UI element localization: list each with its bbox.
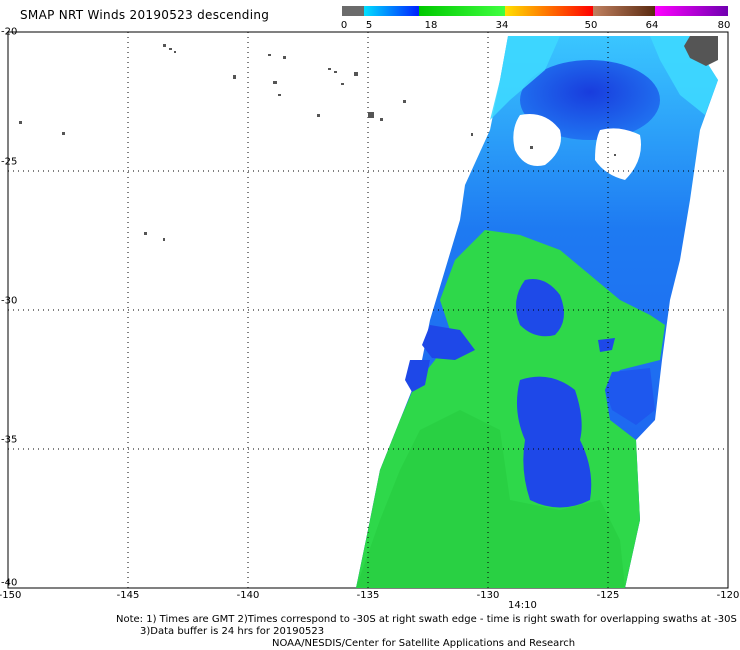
colorbar-label-18: 18 [424,20,438,31]
colorbar-label-0: 0 [340,20,348,31]
colorbar [342,6,728,16]
colorbar-label-80: 80 [717,20,731,31]
y-tick-label: -20 [1,26,18,38]
colorbar-segment-calm [342,6,364,16]
y-tick-label: -35 [1,434,18,446]
colorbar-label-5: 5 [365,20,373,31]
x-tick-label: -125 [596,590,620,601]
colorbar-segment-warm [505,6,593,16]
note-line-3: NOAA/NESDIS/Center for Satellite Applica… [272,638,576,649]
colorbar-segment-brown [593,6,655,16]
x-tick-label: -120 [716,590,740,601]
y-tick-label: -40 [1,577,18,589]
colorbar-label-64: 64 [645,20,659,31]
map-canvas [7,6,729,589]
x-tick-label: -130 [476,590,500,601]
y-tick-label: -30 [1,295,18,307]
colorbar-segment-green [419,6,505,16]
colorbar-segment-purple [655,6,728,16]
colorbar-label-50: 50 [584,20,598,31]
x-tick-label: -135 [356,590,380,601]
y-tick-label: -25 [1,156,18,168]
note-line-2: 3)Data buffer is 24 hrs for 20190523 [140,626,325,637]
x-tick-label: -145 [116,590,140,601]
colorbar-segment-blue [364,6,419,16]
x-tick-label: -140 [236,590,260,601]
colorbar-label-34: 34 [495,20,509,31]
swath-time-label: 14:10 [508,600,537,611]
note-line-1: Note: 1) Times are GMT 2)Times correspon… [116,614,737,625]
x-tick-label: -150 [0,590,22,601]
